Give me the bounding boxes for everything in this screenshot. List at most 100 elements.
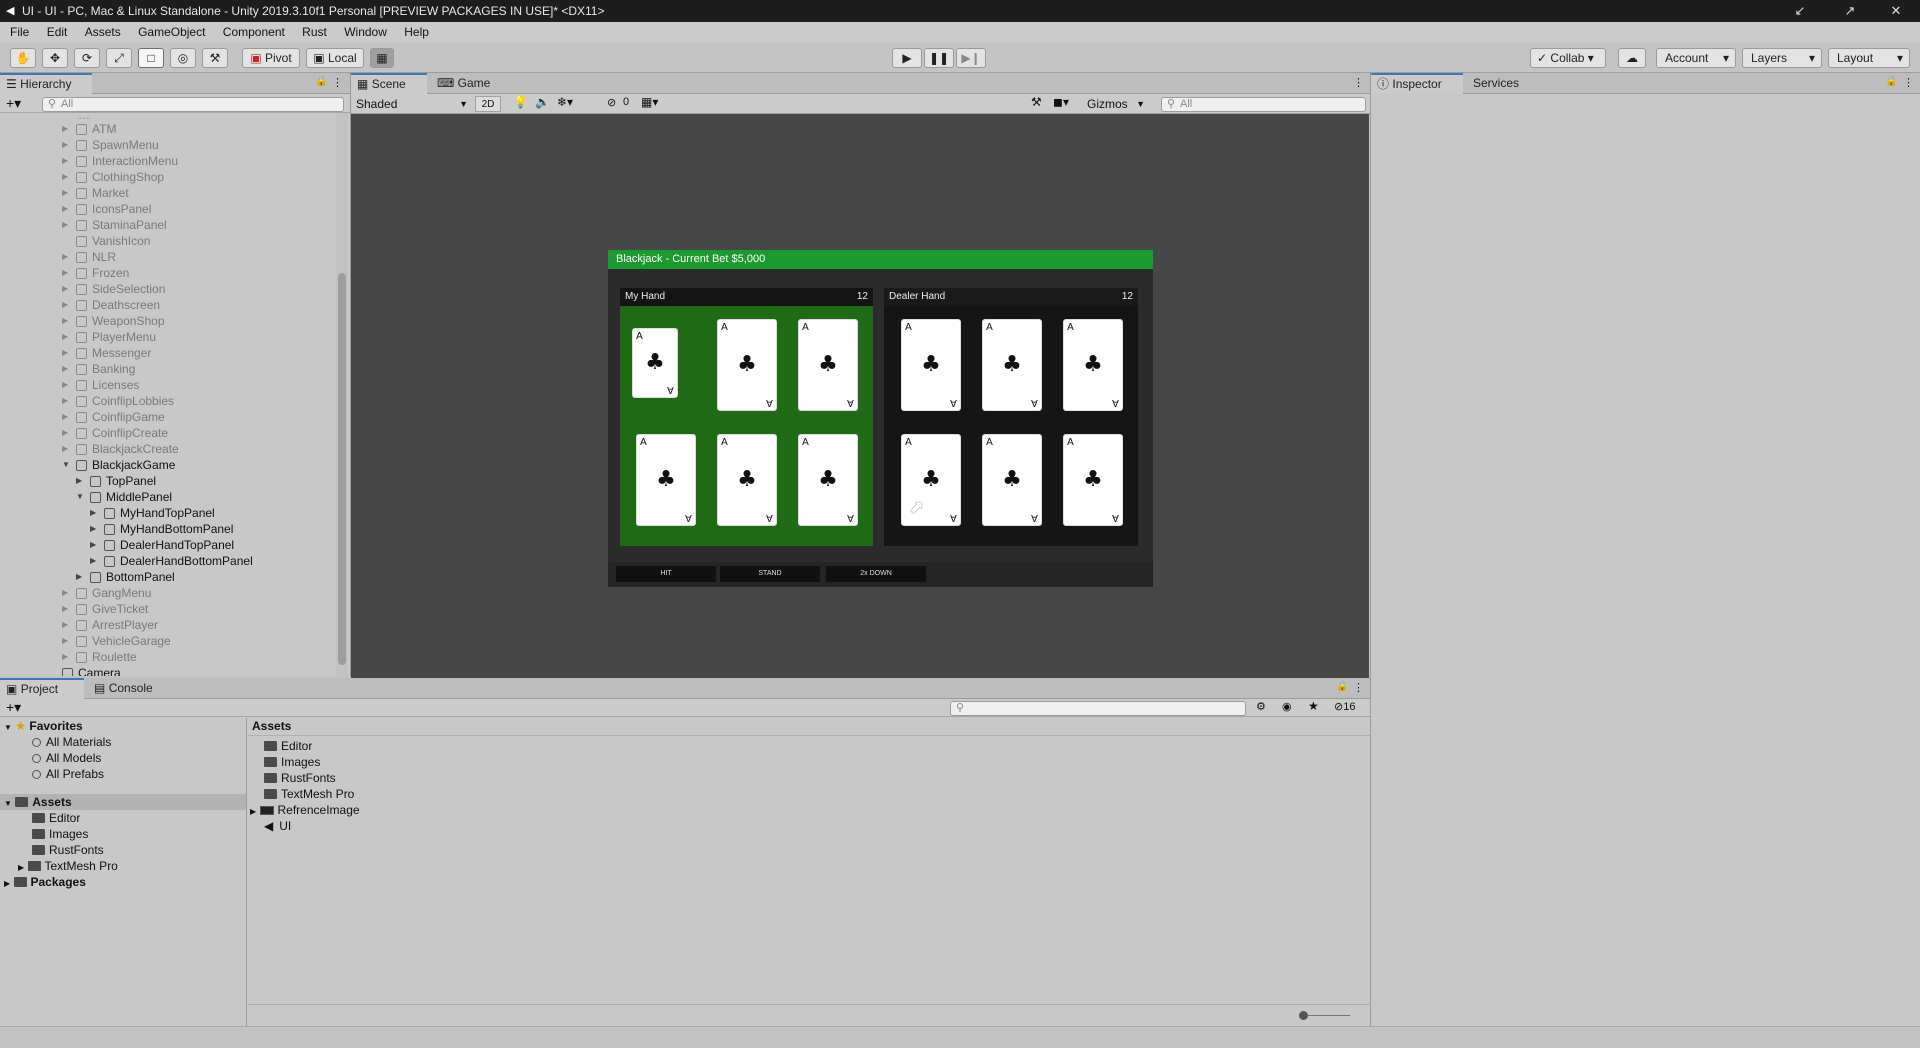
menu-window[interactable]: Window (337, 22, 394, 43)
lock-icon[interactable]: 🔒 (1885, 76, 1897, 87)
expand-arrow-icon[interactable]: ▶ (62, 633, 68, 649)
expand-arrow-icon[interactable]: ▶ (90, 537, 96, 553)
asset-folder-rustfonts[interactable]: RustFonts (264, 770, 336, 786)
expand-arrow-icon[interactable]: ▶ (62, 409, 68, 425)
hierarchy-item[interactable]: ▶ CoinflipLobbies (0, 393, 334, 409)
tools-icon[interactable]: ⚒ (1031, 95, 1042, 109)
expand-arrow-icon[interactable]: ▶ (62, 281, 68, 297)
hierarchy-item[interactable]: ▶ ClothingShop (0, 169, 334, 185)
expand-arrow-icon[interactable]: ▶ (62, 329, 68, 345)
expand-arrow-icon[interactable]: ▶ (62, 153, 68, 169)
hierarchy-item[interactable]: ▶ BottomPanel (0, 569, 334, 585)
scrollbar-thumb[interactable] (338, 273, 346, 665)
expand-arrow-icon[interactable]: ▶ (62, 313, 68, 329)
expand-arrow-icon[interactable]: ▶ (62, 617, 68, 633)
tab-game[interactable]: ⌨ Game (431, 73, 501, 94)
tab-console[interactable]: ▤ Console (88, 678, 168, 699)
hierarchy-item[interactable]: Camera (0, 665, 334, 676)
lighting-icon[interactable]: 💡 (513, 95, 528, 109)
hierarchy-item[interactable]: ▶ TopPanel (0, 473, 334, 489)
hierarchy-item[interactable]: ▶ Banking (0, 361, 334, 377)
panel-menu-icon[interactable]: ⋮ (1353, 76, 1364, 89)
pivot-toggle[interactable]: ▣ Pivot (242, 48, 300, 68)
hidden-objects-icon[interactable]: ⊘ (607, 96, 616, 109)
rect-tool-icon[interactable]: □ (138, 48, 164, 68)
audio-icon[interactable]: 🔈 (535, 95, 550, 109)
favorite-all-prefabs[interactable]: All Prefabs (32, 766, 104, 782)
slider-handle[interactable] (1299, 1011, 1308, 1020)
collapse-arrow-icon[interactable]: ▼ (62, 457, 70, 473)
hierarchy-item[interactable]: ▶ Market (0, 185, 334, 201)
filter-by-type-icon[interactable]: ⚙ (1256, 700, 1266, 713)
gizmos-dropdown[interactable]: Gizmos ▼ (1087, 96, 1145, 112)
shading-mode-dropdown[interactable]: Shaded ▼ (354, 96, 470, 112)
cloud-icon[interactable]: ☁ (1618, 48, 1646, 68)
tree-folder-images[interactable]: Images (32, 826, 88, 842)
scene-search-input[interactable]: ⚲ All (1161, 97, 1366, 112)
move-tool-icon[interactable]: ✥ (42, 48, 68, 68)
menu-rust[interactable]: Rust (295, 22, 334, 43)
tree-folder-rustfonts[interactable]: RustFonts (32, 842, 104, 858)
hierarchy-item[interactable]: ▶ PlayerMenu (0, 329, 334, 345)
panel-menu-icon[interactable]: ⋮ (332, 76, 343, 89)
hierarchy-item[interactable]: ▶ Licenses (0, 377, 334, 393)
favorites-header[interactable]: ▼ ★ Favorites (4, 718, 83, 734)
hierarchy-item[interactable]: ▶ Frozen (0, 265, 334, 281)
hierarchy-item[interactable]: ▶ WeaponShop (0, 313, 334, 329)
hierarchy-item[interactable]: ▶ IconsPanel (0, 201, 334, 217)
menu-edit[interactable]: Edit (40, 22, 75, 43)
hierarchy-item[interactable]: VanishIcon (0, 233, 334, 249)
maximize-icon[interactable]: ↗ (1830, 0, 1870, 22)
step-button[interactable]: ▶❙ (956, 48, 986, 68)
expand-arrow-icon[interactable]: ▶ (76, 473, 82, 489)
add-icon[interactable]: +▾ (6, 95, 21, 111)
camera-icon[interactable]: ◼▾ (1053, 95, 1069, 109)
expand-arrow-icon[interactable]: ▶ (90, 505, 96, 521)
expand-arrow-icon[interactable]: ▶ (90, 521, 96, 537)
breadcrumb[interactable]: Assets (248, 718, 1370, 736)
hierarchy-item[interactable]: ▶ MyHandTopPanel (0, 505, 334, 521)
hierarchy-search-input[interactable]: ⚲ All (42, 97, 344, 112)
expand-arrow-icon[interactable]: ▶ (62, 297, 68, 313)
expand-arrow-icon[interactable]: ▶ (62, 601, 68, 617)
lock-icon[interactable]: 🔒 (1336, 681, 1348, 692)
hierarchy-item[interactable]: ▶ InteractionMenu (0, 153, 334, 169)
scale-tool-icon[interactable]: ⤢ (106, 48, 132, 68)
expand-arrow-icon[interactable]: ▶ (62, 377, 68, 393)
effects-icon[interactable]: ❄▾ (557, 95, 573, 109)
hierarchy-item[interactable]: ▼ MiddlePanel (0, 489, 334, 505)
lock-icon[interactable]: 🔒 (315, 76, 327, 87)
double-down-button[interactable]: 2x DOWN (826, 566, 926, 582)
panel-menu-icon[interactable]: ⋮ (1903, 76, 1914, 89)
expand-arrow-icon[interactable]: ▶ (76, 569, 82, 585)
expand-arrow-icon[interactable]: ▶ (62, 265, 68, 281)
close-icon[interactable]: ✕ (1876, 0, 1916, 22)
hierarchy-scrollbar[interactable] (336, 113, 348, 676)
toggle-2d[interactable]: 2D (475, 96, 501, 112)
hierarchy-item[interactable]: ▶ CoinflipGame (0, 409, 334, 425)
account-dropdown[interactable]: Account ▾ (1656, 48, 1736, 68)
star-icon[interactable]: ★ (1308, 699, 1319, 713)
menu-help[interactable]: Help (397, 22, 436, 43)
tab-services[interactable]: Services (1467, 73, 1537, 94)
pause-button[interactable]: ❚❚ (924, 48, 954, 68)
menu-component[interactable]: Component (216, 22, 292, 43)
filter-by-label-icon[interactable]: ◉ (1282, 700, 1292, 713)
hierarchy-item[interactable]: ▶ Messenger (0, 345, 334, 361)
layout-dropdown[interactable]: Layout ▾ (1828, 48, 1910, 68)
asset-folder-textmesh-pro[interactable]: TextMesh Pro (264, 786, 354, 802)
hierarchy-item[interactable]: ▶ NLR (0, 249, 334, 265)
play-button[interactable]: ▶ (892, 48, 922, 68)
grid-snap-icon[interactable]: ▦ (370, 48, 394, 68)
expand-arrow-icon[interactable]: ▶ (62, 361, 68, 377)
project-search-input[interactable]: ⚲ (950, 701, 1246, 716)
hierarchy-item[interactable]: ▼ BlackjackGame (0, 457, 334, 473)
menu-file[interactable]: File (3, 22, 36, 43)
hierarchy-item[interactable]: ▶ Deathscreen (0, 297, 334, 313)
expand-arrow-icon[interactable]: ▶ (62, 217, 68, 233)
hierarchy-item[interactable]: ▶ SideSelection (0, 281, 334, 297)
hierarchy-item[interactable]: ▶ StaminaPanel (0, 217, 334, 233)
asset-folder-images[interactable]: Images (264, 754, 320, 770)
hierarchy-item[interactable]: ▶ GangMenu (0, 585, 334, 601)
favorite-all-models[interactable]: All Models (32, 750, 101, 766)
